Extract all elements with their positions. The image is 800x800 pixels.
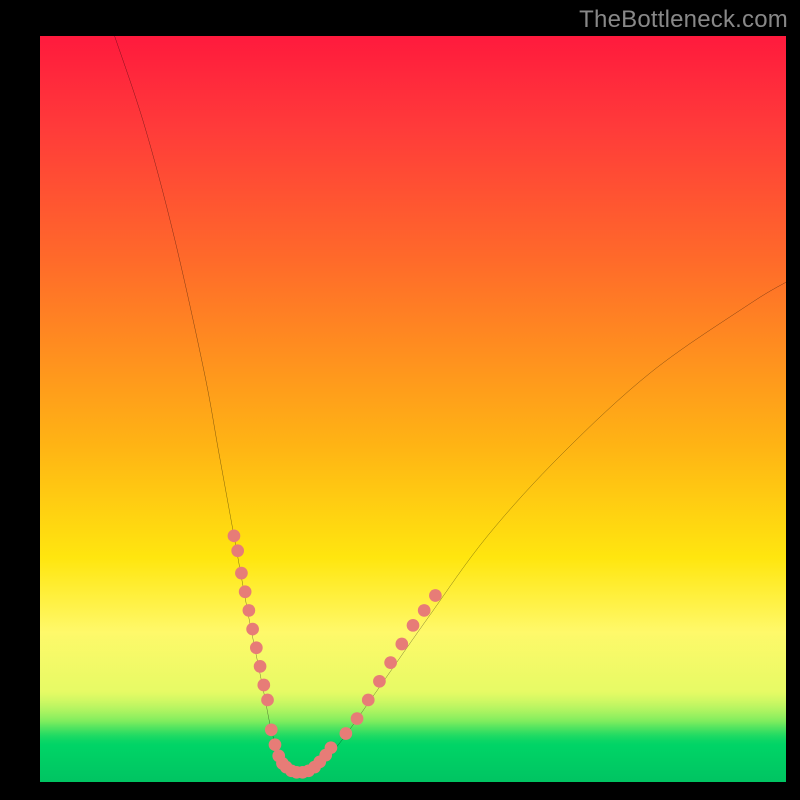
data-dot [254, 660, 267, 673]
data-dot [228, 529, 241, 542]
data-dot [231, 544, 244, 557]
data-dot [235, 567, 248, 580]
data-dot [246, 623, 259, 636]
data-dot [261, 694, 274, 707]
watermark-text: TheBottleneck.com [579, 6, 788, 34]
data-dot [407, 619, 420, 632]
data-dot [243, 604, 256, 617]
data-dots [228, 529, 442, 778]
plot-area [40, 36, 786, 782]
data-dot [351, 712, 364, 725]
bottleneck-curve [115, 36, 786, 775]
data-dot [418, 604, 431, 617]
curve-svg [40, 36, 786, 782]
data-dot [265, 723, 278, 736]
data-dot [373, 675, 386, 688]
data-dot [239, 585, 252, 598]
data-dot [362, 694, 375, 707]
data-dot [395, 638, 408, 651]
data-dot [340, 727, 353, 740]
data-dot [269, 738, 282, 751]
data-dot [250, 641, 263, 654]
data-dot [325, 741, 338, 754]
chart-frame: TheBottleneck.com [0, 0, 800, 800]
data-dot [384, 656, 397, 669]
data-dot [257, 679, 270, 692]
data-dot [429, 589, 442, 602]
